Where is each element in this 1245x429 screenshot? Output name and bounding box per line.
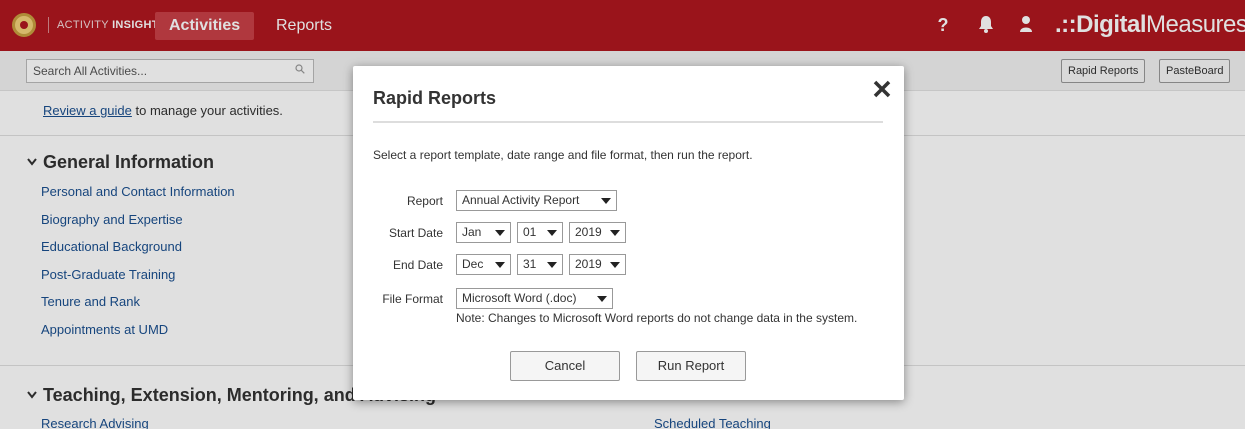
file-format-select[interactable]: Microsoft Word (.doc) (456, 288, 613, 309)
section-general-information[interactable]: General Information (27, 152, 214, 173)
link-research-advising[interactable]: Research Advising (41, 416, 149, 429)
cancel-button[interactable]: Cancel (510, 351, 620, 381)
review-guide-link[interactable]: Review a guide (43, 103, 132, 118)
pasteboard-button[interactable]: PasteBoard (1159, 59, 1231, 83)
chevron-down-icon (27, 388, 41, 402)
search-placeholder: Search All Activities... (33, 64, 148, 78)
nav-reports-tab[interactable]: Reports (276, 12, 332, 40)
link-personal-contact[interactable]: Personal and Contact Information (41, 184, 235, 199)
activity-insight-brand: ACTIVITY INSIGHT (48, 17, 159, 33)
start-day-select[interactable]: 01 (517, 222, 563, 243)
search-icon[interactable] (295, 63, 305, 77)
end-year-value: 2019 (575, 257, 602, 271)
link-post-graduate-training[interactable]: Post-Graduate Training (41, 267, 175, 282)
end-year-select[interactable]: 2019 (569, 254, 626, 275)
end-day-select[interactable]: 31 (517, 254, 563, 275)
dropdown-arrow-icon (601, 198, 611, 204)
start-year-value: 2019 (575, 225, 602, 239)
top-navigation-bar: ACTIVITY INSIGHT Activities Reports ? .:… (0, 0, 1245, 51)
link-scheduled-teaching[interactable]: Scheduled Teaching (654, 416, 771, 429)
rapid-reports-modal: Rapid Reports Select a report template, … (353, 66, 904, 400)
dropdown-arrow-icon (495, 262, 505, 268)
modal-description: Select a report template, date range and… (373, 148, 753, 162)
modal-divider (373, 121, 883, 123)
end-date-label: End Date (392, 258, 443, 272)
dropdown-arrow-icon (597, 296, 607, 302)
link-appointments-umd[interactable]: Appointments at UMD (41, 322, 168, 337)
dropdown-arrow-icon (495, 230, 505, 236)
digital-measures-logo: .::DigitalMeasures (1055, 11, 1245, 39)
search-input[interactable]: Search All Activities... (26, 59, 314, 83)
dropdown-arrow-icon (547, 230, 557, 236)
chevron-down-icon (27, 155, 41, 169)
run-report-button[interactable]: Run Report (636, 351, 746, 381)
start-day-value: 01 (523, 225, 537, 239)
start-month-select[interactable]: Jan (456, 222, 511, 243)
dropdown-arrow-icon (610, 262, 620, 268)
notification-bell-icon[interactable] (976, 14, 996, 39)
format-note: Note: Changes to Microsoft Word reports … (456, 311, 858, 325)
link-biography-expertise[interactable]: Biography and Expertise (41, 212, 183, 227)
section-title-text: General Information (43, 152, 215, 172)
end-day-value: 31 (523, 257, 537, 271)
help-icon[interactable]: ? (933, 14, 953, 36)
dropdown-arrow-icon (610, 230, 620, 236)
rapid-reports-button[interactable]: Rapid Reports (1061, 59, 1146, 83)
close-icon[interactable] (873, 76, 891, 102)
report-select-value: Annual Activity Report (462, 193, 580, 207)
brand-bold-text: INSIGHT (112, 19, 159, 31)
nav-activities-tab[interactable]: Activities (155, 12, 255, 40)
start-month-value: Jan (462, 225, 482, 239)
start-year-select[interactable]: 2019 (569, 222, 626, 243)
guide-rest-text: to manage your activities. (131, 103, 283, 118)
start-date-label: Start Date (388, 226, 443, 240)
university-seal-icon (12, 13, 36, 37)
brand-light-text: ACTIVITY (57, 19, 113, 31)
logo-dots: .:: (1055, 11, 1077, 38)
report-select[interactable]: Annual Activity Report (456, 190, 617, 211)
modal-title: Rapid Reports (373, 88, 497, 108)
dropdown-arrow-icon (547, 262, 557, 268)
end-month-select[interactable]: Dec (456, 254, 511, 275)
user-profile-icon[interactable] (1016, 14, 1036, 39)
guide-text: Review a guide to manage your activities… (43, 103, 283, 118)
file-format-label: File Format (382, 292, 443, 306)
report-label: Report (406, 194, 443, 208)
file-format-value: Microsoft Word (.doc) (462, 291, 577, 305)
logo-digital: Digital (1076, 11, 1146, 38)
link-educational-background[interactable]: Educational Background (41, 239, 182, 254)
end-month-value: Dec (462, 257, 484, 271)
link-tenure-rank[interactable]: Tenure and Rank (41, 294, 140, 309)
logo-measures: Measures (1146, 11, 1245, 38)
